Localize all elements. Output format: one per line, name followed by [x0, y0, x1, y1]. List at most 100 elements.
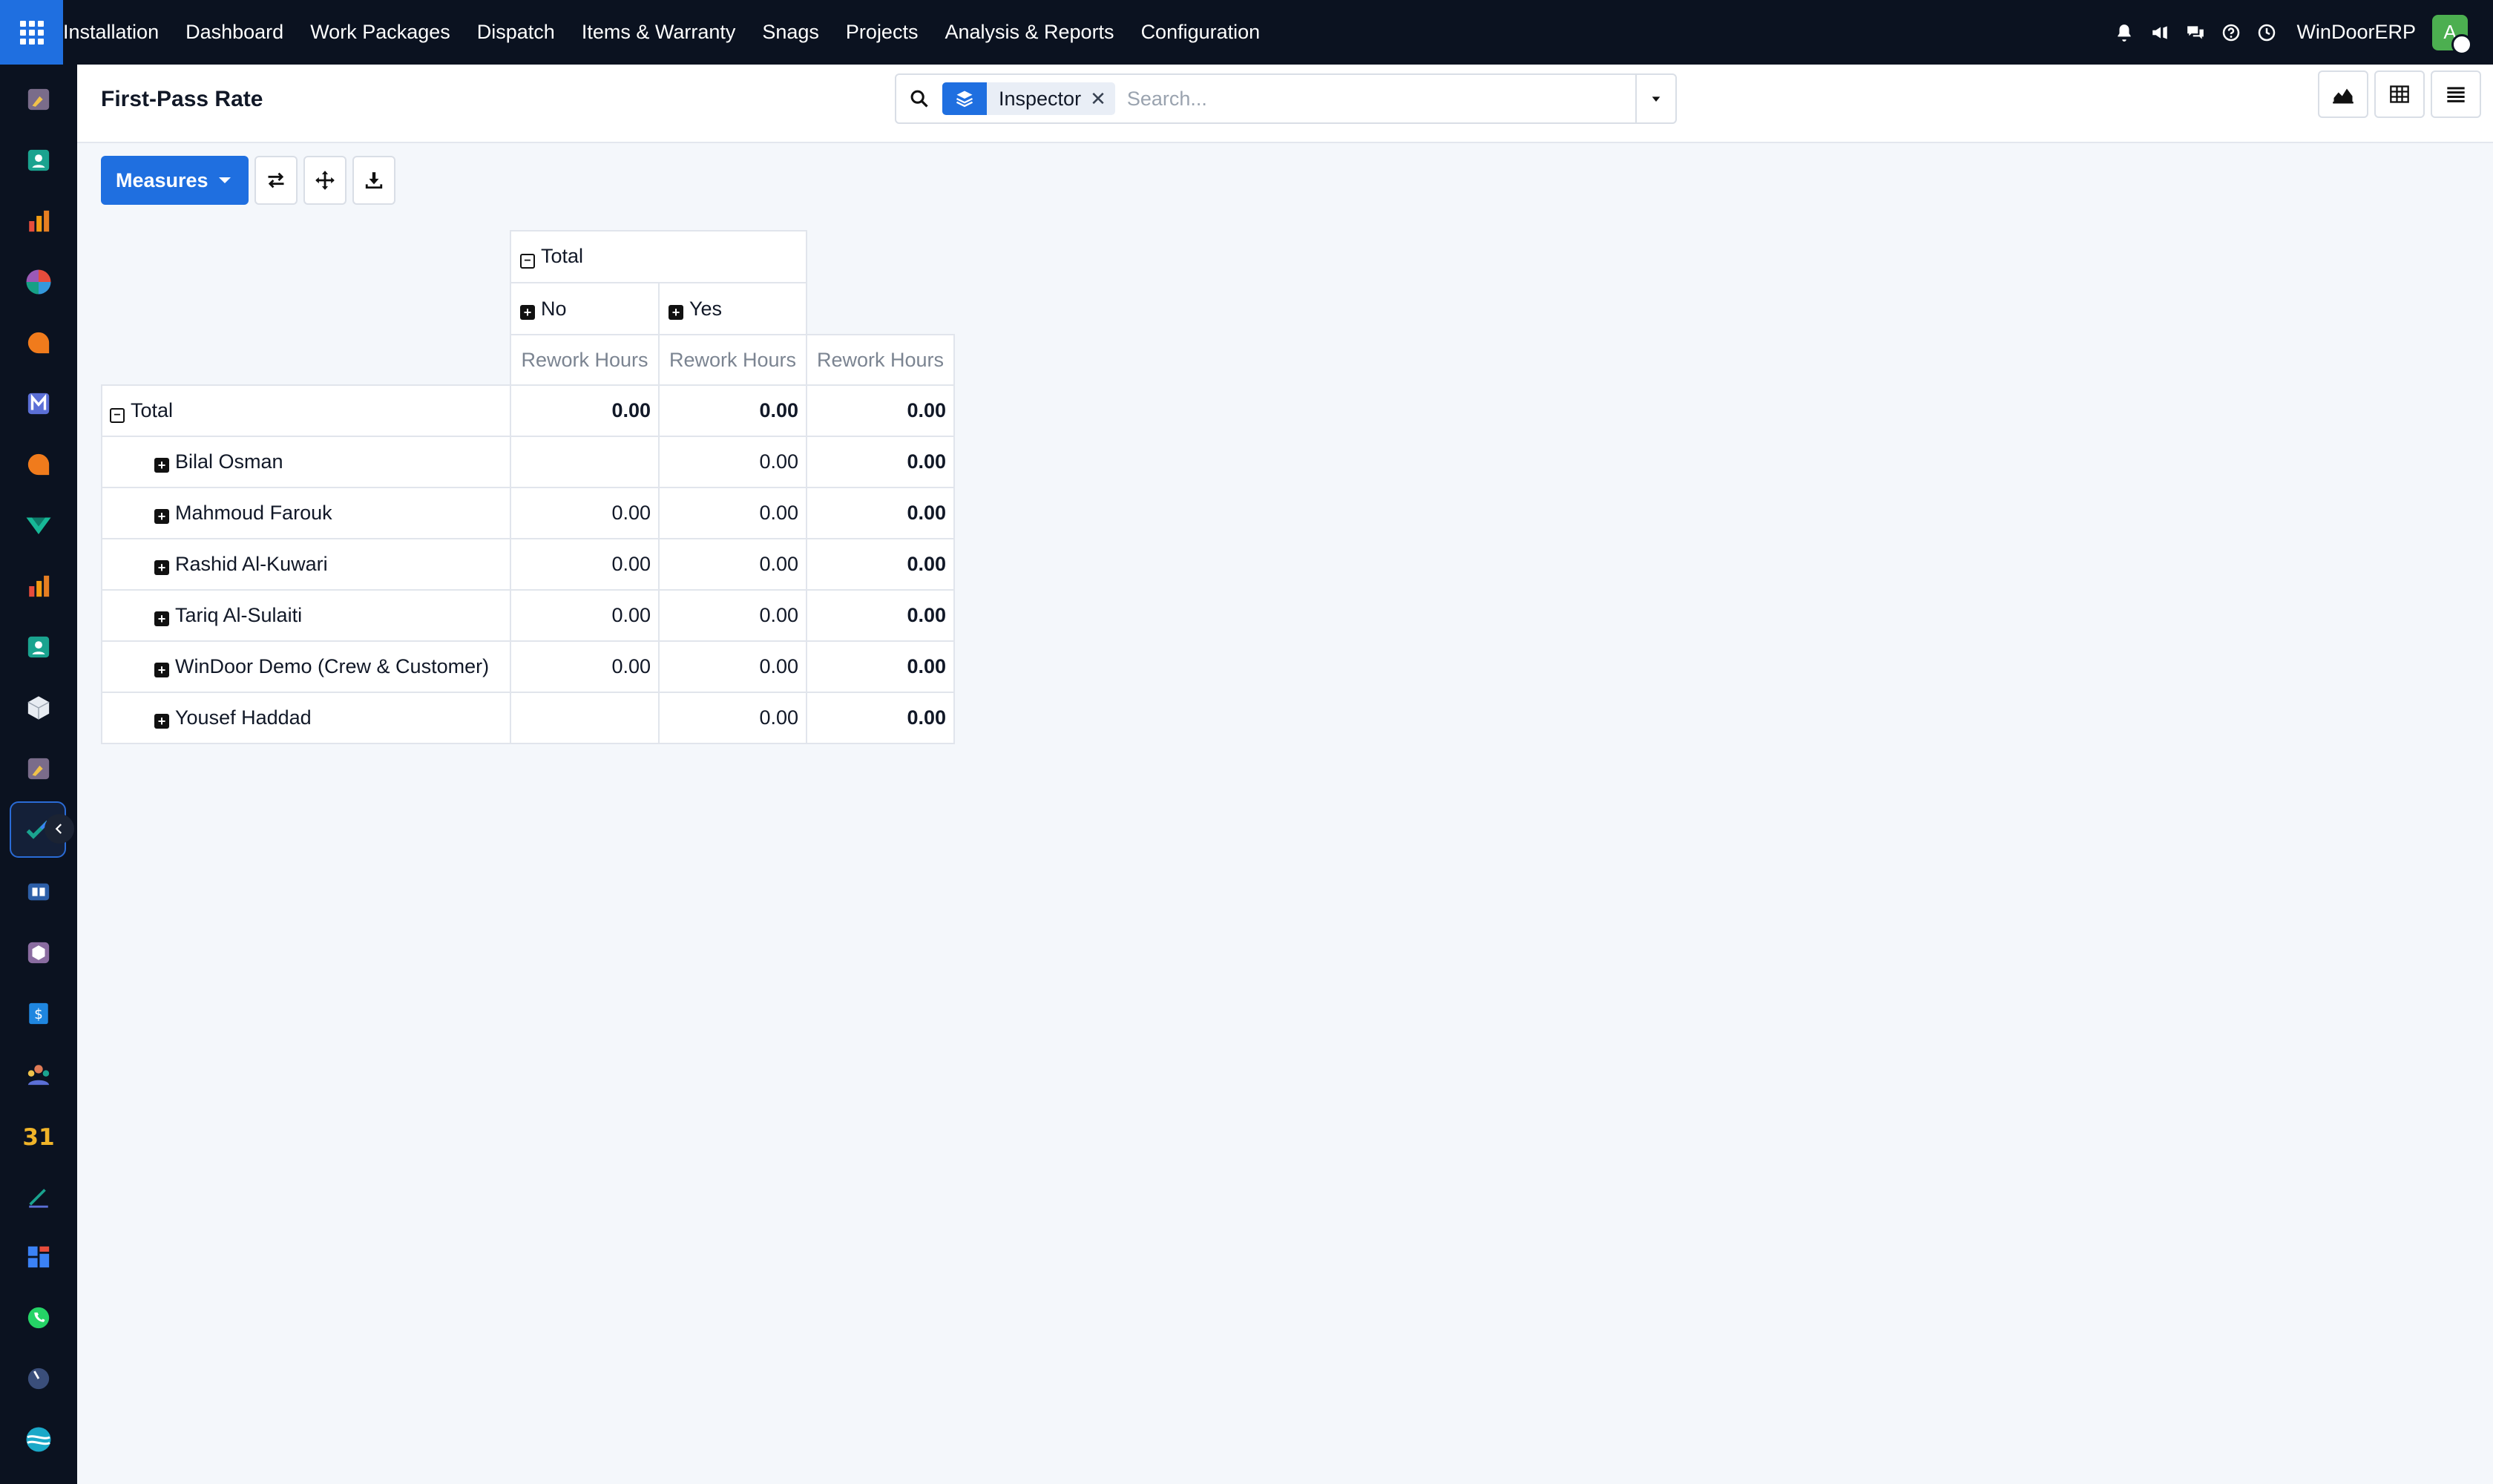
app-icon-reports[interactable] [19, 201, 59, 241]
row-header-total[interactable]: − Total [101, 384, 511, 437]
pivot-cell[interactable]: 0.00 [658, 436, 807, 488]
pivot-cell[interactable]: 0.00 [510, 640, 660, 693]
swap-icon [268, 172, 284, 188]
row-header[interactable]: + Mahmoud Farouk [101, 487, 511, 539]
pivot-cell-total[interactable]: 0.00 [806, 436, 955, 488]
pivot-cell-total[interactable]: 0.00 [806, 640, 955, 693]
row-header[interactable]: + WinDoor Demo (Crew & Customer) [101, 640, 511, 693]
menu-dashboard[interactable]: Dashboard [185, 21, 283, 44]
menu-work-packages[interactable]: Work Packages [310, 21, 450, 44]
pivot-cell[interactable] [510, 692, 660, 744]
pivot-cell[interactable]: 0.00 [658, 692, 807, 744]
pivot-cell[interactable]: 0.00 [510, 589, 660, 642]
table-row: + Rashid Al-Kuwari 0.00 0.00 0.00 [101, 538, 955, 591]
sidebar-collapse-button[interactable] [45, 814, 74, 844]
app-icon-team[interactable] [19, 1054, 59, 1094]
search-icon[interactable] [896, 88, 942, 109]
pivot-cell[interactable]: 0.00 [510, 487, 660, 539]
app-icon-studio[interactable] [19, 1419, 59, 1460]
app-icon-timer[interactable] [19, 1359, 59, 1399]
header-spacer [807, 231, 954, 283]
col-header-total[interactable]: − Total [510, 230, 807, 283]
pivot-cell-total[interactable]: 0.00 [806, 384, 955, 437]
measures-button[interactable]: Measures [101, 156, 249, 205]
app-icon-employees[interactable] [19, 627, 59, 667]
menu-configuration[interactable]: Configuration [1141, 21, 1261, 44]
help-icon[interactable] [2213, 24, 2249, 42]
col-header-yes[interactable]: + Yes [658, 282, 807, 335]
table-row: + Mahmoud Farouk 0.00 0.00 0.00 [101, 487, 955, 539]
app-icon-products[interactable] [19, 688, 59, 728]
app-icon-dashboard[interactable] [19, 262, 59, 302]
app-icon-sign[interactable] [19, 1176, 59, 1216]
app-icon-analytics[interactable] [19, 566, 59, 606]
app-icon-packages[interactable] [19, 933, 59, 973]
flip-axis-button[interactable] [254, 156, 298, 205]
row-header[interactable]: + Rashid Al-Kuwari [101, 538, 511, 591]
pivot-cell[interactable] [510, 436, 660, 488]
facet-remove-icon[interactable]: ✕ [1090, 88, 1115, 111]
search-options-toggle[interactable] [1635, 75, 1675, 122]
app-icon-discuss[interactable] [19, 323, 59, 363]
app-icon-inventory[interactable] [19, 505, 59, 545]
app-icon-knowledge[interactable] [19, 872, 59, 912]
control-panel: First-Pass Rate Inspector ✕ [77, 65, 2493, 143]
bell-icon[interactable] [2106, 23, 2142, 42]
megaphone-icon[interactable] [2142, 23, 2178, 42]
pivot-cell-total[interactable]: 0.00 [806, 589, 955, 642]
expand-all-button[interactable] [303, 156, 346, 205]
caret-down-icon [218, 177, 231, 183]
row-header[interactable]: + Bilal Osman [101, 436, 511, 488]
app-icon-mail[interactable] [19, 384, 59, 424]
chat-icon[interactable] [2178, 23, 2213, 42]
menu-analysis-reports[interactable]: Analysis & Reports [945, 21, 1114, 44]
app-icon-website[interactable] [19, 1237, 59, 1277]
measure-header[interactable]: Rework Hours [806, 334, 955, 386]
pivot-cell[interactable]: 0.00 [658, 640, 807, 693]
pivot-cell[interactable]: 0.00 [658, 487, 807, 539]
measure-header[interactable]: Rework Hours [510, 334, 660, 386]
pivot-cell-total[interactable]: 0.00 [806, 487, 955, 539]
pivot-cell[interactable]: 0.00 [510, 384, 660, 437]
list-view-button[interactable] [2431, 70, 2481, 118]
header-spacer [807, 283, 954, 335]
apps-menu-button[interactable] [0, 0, 63, 65]
pivot-cell[interactable]: 0.00 [658, 384, 807, 437]
pivot-cell-total[interactable]: 0.00 [806, 692, 955, 744]
row-header-label: Mahmoud Farouk [175, 502, 332, 524]
user-avatar[interactable]: A [2432, 14, 2472, 55]
pivot-cell-total[interactable]: 0.00 [806, 538, 955, 591]
pivot-table: − Total + No + Yes Rework Hours Rework Hour… [101, 230, 955, 744]
list-icon [2447, 87, 2465, 102]
expand-icon: + [154, 560, 169, 575]
pivot-cell[interactable]: 0.00 [510, 538, 660, 591]
pivot-corner [102, 231, 510, 385]
company-name[interactable]: WinDoorERP [2296, 21, 2416, 44]
expand-icon: + [154, 611, 169, 626]
menu-installation[interactable]: Installation [63, 21, 159, 44]
pivot-cell[interactable]: 0.00 [658, 589, 807, 642]
menu-projects[interactable]: Projects [846, 21, 919, 44]
table-row: + Bilal Osman 0.00 0.00 [101, 436, 955, 488]
app-icon-installation[interactable] [19, 79, 59, 119]
app-icon-calendar[interactable]: 31 [19, 1115, 59, 1155]
graph-view-button[interactable] [2318, 70, 2368, 118]
col-header-no[interactable]: + No [510, 282, 660, 335]
app-icon-invoicing[interactable]: $ [19, 994, 59, 1034]
measure-header[interactable]: Rework Hours [658, 334, 807, 386]
row-header[interactable]: + Yousef Haddad [101, 692, 511, 744]
app-icon-tools[interactable] [19, 749, 59, 789]
pivot-view-button[interactable] [2374, 70, 2425, 118]
search-bar: Inspector ✕ [895, 73, 1677, 124]
app-icon-contacts[interactable] [19, 140, 59, 180]
menu-dispatch[interactable]: Dispatch [477, 21, 555, 44]
search-input[interactable] [1125, 86, 1635, 111]
menu-items-warranty[interactable]: Items & Warranty [582, 21, 736, 44]
download-button[interactable] [352, 156, 395, 205]
app-icon-livechat[interactable] [19, 444, 59, 485]
row-header[interactable]: + Tariq Al-Sulaiti [101, 589, 511, 642]
app-icon-whatsapp[interactable] [19, 1298, 59, 1338]
clock-icon[interactable] [2249, 24, 2285, 42]
pivot-cell[interactable]: 0.00 [658, 538, 807, 591]
menu-snags[interactable]: Snags [762, 21, 819, 44]
